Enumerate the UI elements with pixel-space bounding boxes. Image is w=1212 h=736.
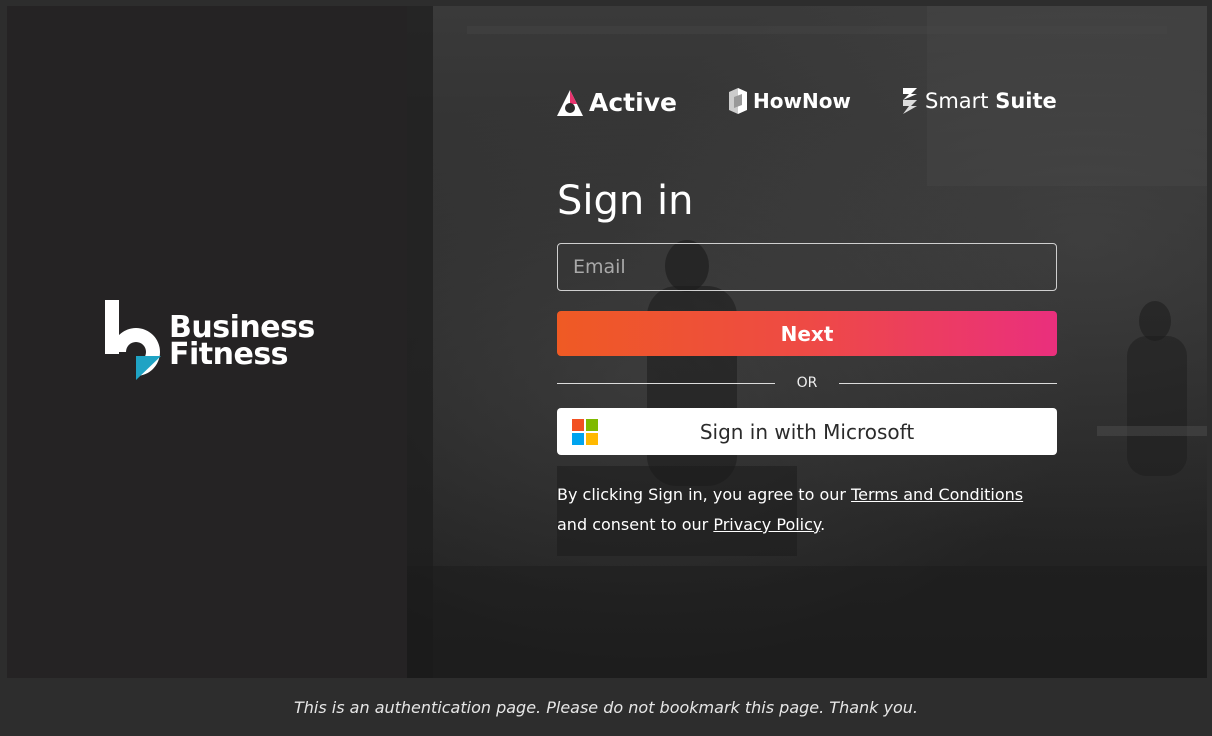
brand-smart-bold: Suite <box>995 89 1057 113</box>
business-fitness-mark-icon <box>105 300 161 380</box>
or-divider: OR <box>557 374 1057 394</box>
privacy-link[interactable]: Privacy Policy <box>713 515 820 534</box>
active-logo-icon <box>557 89 583 116</box>
legal-middle: and consent to our <box>557 515 714 534</box>
brand-active: Active <box>557 88 677 117</box>
terms-link[interactable]: Terms and Conditions <box>851 485 1023 504</box>
microsoft-logo-icon <box>572 419 598 445</box>
brand-active-label: Active <box>589 88 677 117</box>
brand-smartsuite: Smart Suite <box>901 88 1057 114</box>
brand-row: Active HowNow Smart Suite <box>557 88 1057 120</box>
next-button[interactable]: Next <box>557 311 1057 356</box>
business-fitness-logo: Business Fitness <box>105 300 315 382</box>
smartsuite-logo-icon <box>903 88 917 114</box>
legal-suffix: . <box>820 515 826 534</box>
brand-hownow-label: HowNow <box>753 89 851 113</box>
divider-line-right <box>839 383 1057 384</box>
page-title: Sign in <box>557 178 694 224</box>
sign-in-with-microsoft-button[interactable]: Sign in with Microsoft <box>557 408 1057 455</box>
left-panel: Business Fitness <box>7 6 407 678</box>
email-field[interactable] <box>557 243 1057 291</box>
footer-notice: This is an authentication page. Please d… <box>0 678 1212 736</box>
legal-text: By clicking Sign in, you agree to our Te… <box>557 480 1057 540</box>
microsoft-button-label: Sign in with Microsoft <box>699 419 915 444</box>
legal-prefix: By clicking Sign in, you agree to our <box>557 485 852 504</box>
footer-notice-text: This is an authentication page. Please d… <box>294 697 918 717</box>
right-panel: Active HowNow Smart Suite Sign in Nex <box>407 6 1207 678</box>
brand-hownow: HowNow <box>729 88 851 114</box>
page-frame: Business Fitness Active HowNow Smart Sui… <box>7 6 1207 678</box>
brand-smart-regular: Smart <box>925 89 989 113</box>
logo-line-fitness: Fitness <box>169 337 289 372</box>
hownow-logo-icon <box>729 88 747 114</box>
